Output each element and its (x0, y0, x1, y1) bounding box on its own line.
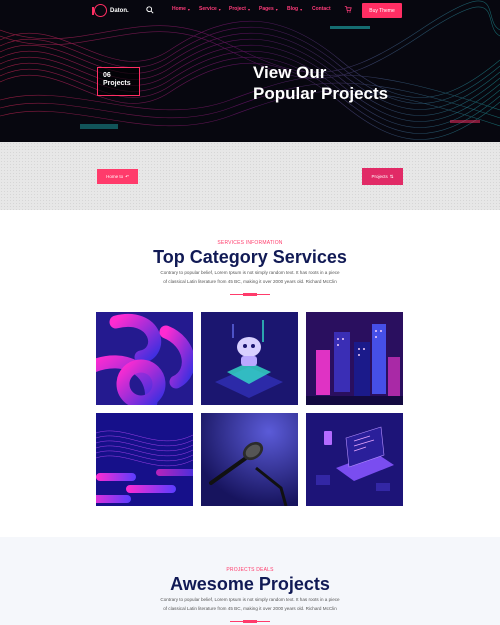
projects-count-badge: 06 Projects (97, 67, 140, 96)
menu-item-contact[interactable]: Contact (312, 6, 340, 12)
services-description: Contrary to popular belief, Lorem Ipsum … (160, 270, 340, 284)
services-eyebrow: SERVICES INFORMATION (217, 240, 283, 246)
sort-icon: ⇅ (389, 173, 394, 179)
projects-divider (230, 620, 270, 623)
gallery-image-abstract-rings[interactable] (96, 312, 193, 405)
menu-item-blog[interactable]: Blog ▾ (287, 6, 312, 12)
services-title: Top Category Services (153, 247, 347, 267)
gallery-image-neon-city[interactable] (306, 312, 403, 405)
projects-eyebrow: PROJECTS DEALS (226, 567, 274, 573)
main-menu: Home ▾ Service ▾ Project ▾ Pages ▾ Blog ▾ Con… (172, 6, 340, 12)
top-navigation: Daton. Home ▾ Service ▾ Project ▾ Pages ▾ Bl… (0, 0, 500, 22)
page-header-hero: Daton. Home ▾ Service ▾ Project ▾ Pages ▾ Bl… (0, 0, 500, 142)
gallery-image-laptop[interactable] (306, 413, 403, 506)
chevron-down-icon: ▾ (187, 6, 190, 12)
menu-item-pages[interactable]: Pages ▾ (259, 6, 287, 12)
logo-mark-icon (92, 4, 107, 17)
menu-item-home[interactable]: Home ▾ (172, 6, 199, 12)
gallery-image-robot[interactable] (201, 312, 298, 405)
chevron-down-icon: ▾ (218, 6, 221, 12)
projects-description: Contrary to popular belief, Lorem Ipsum … (160, 597, 340, 611)
menu-item-project[interactable]: Project ▾ (229, 6, 259, 12)
search-icon[interactable] (146, 6, 154, 14)
gallery-image-digital-waves[interactable] (96, 413, 193, 506)
menu-item-service[interactable]: Service ▾ (199, 6, 229, 12)
gallery-image-microphone[interactable] (201, 413, 298, 506)
chevron-down-icon: ▾ (300, 6, 303, 12)
breadcrumb-band (0, 142, 500, 210)
projects-title: Awesome Projects (170, 574, 330, 594)
chevron-down-icon: ▾ (275, 6, 278, 12)
breadcrumb-current-button[interactable]: Projects ⇅ (362, 168, 403, 185)
badge-number: 06 (103, 72, 111, 79)
service-gallery (96, 312, 404, 506)
services-divider (230, 293, 270, 296)
arrow-icon: ↶ (125, 173, 129, 179)
cart-icon[interactable] (344, 5, 352, 13)
page-title: View Our Popular Projects (253, 63, 389, 103)
buy-theme-button[interactable]: Buy Theme (362, 3, 402, 18)
chevron-down-icon: ▾ (247, 6, 250, 12)
breadcrumb-home-button[interactable]: Home to ↶ (97, 169, 138, 184)
logo[interactable]: Daton. (92, 4, 129, 17)
logo-text: Daton. (110, 7, 129, 14)
badge-label: Projects (103, 80, 131, 87)
